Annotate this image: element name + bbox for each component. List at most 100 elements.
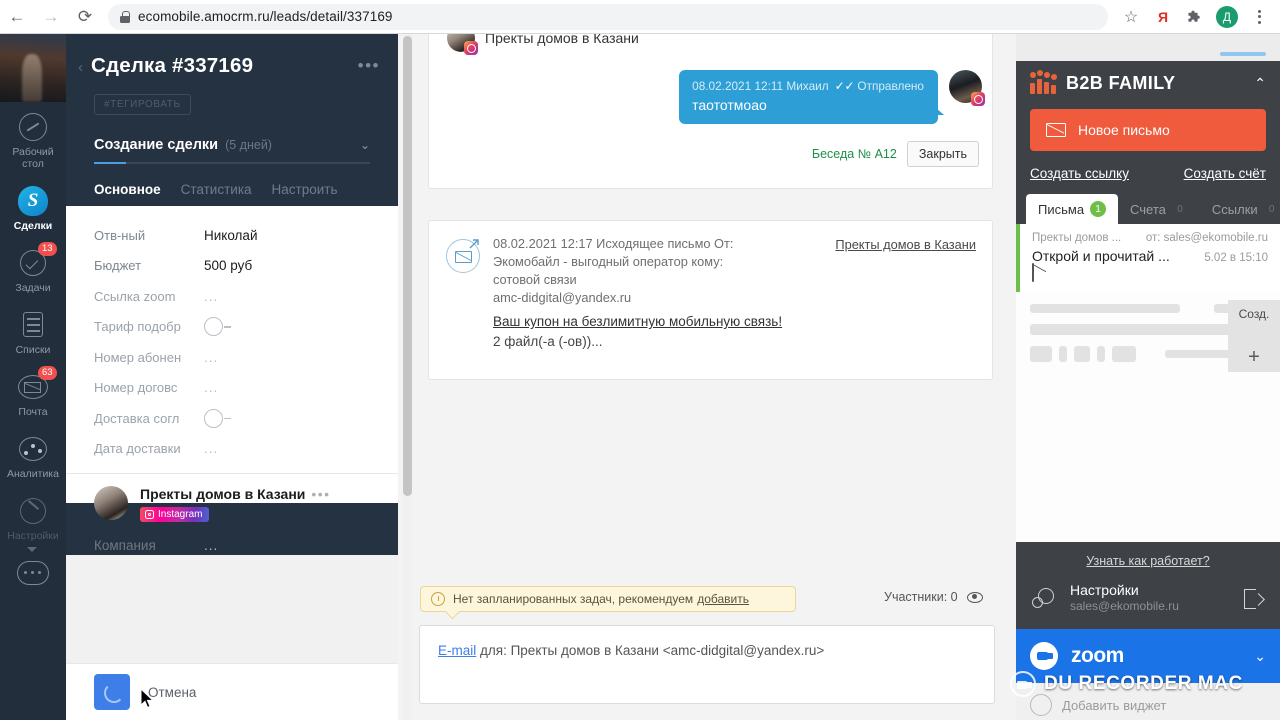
tab-letters[interactable]: Письма 1 xyxy=(1026,194,1119,224)
chevron-up-icon[interactable]: ⌃ xyxy=(1254,75,1266,92)
mail-card-content: 08.02.2021 12:17 Исходящее письмо От: Эк… xyxy=(429,221,992,349)
back-chevron-icon[interactable]: ‹ xyxy=(78,59,83,76)
field-value: ... xyxy=(204,349,219,365)
page-title: Сделка #337169 xyxy=(91,54,254,77)
sidebar-item-settings[interactable]: Настройки xyxy=(0,486,66,552)
field-row[interactable]: Тариф подобр xyxy=(66,312,398,343)
chevron-down-icon[interactable]: ⌄ xyxy=(1254,648,1266,665)
zoom-widget[interactable]: zoom ⌄ xyxy=(1016,629,1280,683)
deal-stage-row[interactable]: Создание сделки (5 дней) ⌄ xyxy=(94,137,370,153)
panel-spacer xyxy=(1016,460,1280,542)
tab-links[interactable]: Ссылки 0 xyxy=(1200,194,1280,224)
mail-item-time: 5.02 в 15:10 xyxy=(1204,252,1268,264)
toolbar-icons: ☆ Я Д xyxy=(1116,2,1280,32)
create-button-column[interactable]: Созд. + xyxy=(1228,300,1280,372)
field-row[interactable]: Отв-ный Николай xyxy=(66,220,398,251)
yandex-extension-icon[interactable]: Я xyxy=(1148,2,1178,32)
company-value: ... xyxy=(204,538,219,553)
company-row[interactable]: Компания ... xyxy=(66,524,398,553)
tab-osnovnoe[interactable]: Основное xyxy=(94,182,161,206)
tab-invoices[interactable]: Счета 0 xyxy=(1118,194,1200,224)
loading-spinner-icon[interactable] xyxy=(94,674,130,710)
create-invoice-button[interactable]: Создать счёт xyxy=(1184,166,1266,181)
instagram-icon xyxy=(971,92,985,106)
eye-icon[interactable] xyxy=(966,591,983,603)
forward-button[interactable]: → xyxy=(34,0,68,34)
contact-more-dots-icon[interactable]: ••• xyxy=(311,486,330,502)
lock-icon xyxy=(120,10,130,23)
chat-contact-name: Пректы домов в Казани xyxy=(485,34,639,46)
deal-fields: Отв-ный Николай Бюджет 500 руб Ссылка zo… xyxy=(66,206,398,553)
mail-contact-link[interactable]: Пректы домов в Казани xyxy=(835,237,976,349)
sidebar-item-chat[interactable] xyxy=(0,548,66,598)
field-toggle[interactable] xyxy=(204,317,231,337)
unread-envelope-icon[interactable] xyxy=(1032,263,1034,282)
contact-card[interactable]: Пректы домов в Казани ••• Instagram xyxy=(66,474,398,524)
field-row[interactable]: Дата доставки ... xyxy=(66,434,398,465)
back-button[interactable]: ← xyxy=(0,0,34,34)
chat-message-meta: 08.02.2021 12:11 Михаил ✓✓ Отправлено xyxy=(692,79,924,93)
settings-row[interactable]: Настройки sales@ekomobile.ru xyxy=(1016,578,1280,629)
settings-title: Настройки xyxy=(1070,582,1139,598)
kebab-menu-icon[interactable] xyxy=(1244,2,1274,32)
analytics-icon xyxy=(17,433,49,465)
howto-section: Узнать как работает? xyxy=(1016,542,1280,578)
field-row[interactable]: Номер договс ... xyxy=(66,373,398,404)
sidebar-item-lists[interactable]: Списки xyxy=(0,300,66,362)
logout-icon[interactable] xyxy=(1244,588,1264,609)
sidebar-item-tasks[interactable]: 13 Задачи xyxy=(0,238,66,300)
b2b-widget-header: B2B FAMILY ⌃ xyxy=(1029,70,1266,94)
profile-avatar[interactable]: Д xyxy=(1212,2,1242,32)
sidebar-item-mail[interactable]: 63 Почта xyxy=(0,362,66,424)
chat-card-header: Пректы домов в Казани xyxy=(429,34,992,55)
status-badge: Instagram xyxy=(140,507,210,522)
create-link-button[interactable]: Создать ссылку xyxy=(1030,166,1129,181)
tab-statistika[interactable]: Статистика xyxy=(181,182,252,206)
add-task-link[interactable]: добавить xyxy=(697,592,749,606)
chat-card-footer: Беседа № А12 Закрыть xyxy=(429,124,992,167)
add-widget-row[interactable]: Добавить виджет xyxy=(1016,683,1280,720)
howto-link[interactable]: Узнать как работает? xyxy=(1086,554,1209,568)
field-label: Ссылка zoom xyxy=(94,288,176,304)
field-label: Доставка согл xyxy=(94,410,180,426)
field-row[interactable]: Бюджет 500 руб xyxy=(66,251,398,282)
bookmark-star-icon[interactable]: ☆ xyxy=(1116,2,1146,32)
field-toggle[interactable] xyxy=(204,408,231,428)
tab-invoices-label: Счета xyxy=(1130,201,1166,217)
chevron-down-icon[interactable]: ⌄ xyxy=(360,138,370,152)
field-row[interactable]: Доставка согл xyxy=(66,403,398,434)
sidebar-item-analytics[interactable]: Аналитика xyxy=(0,424,66,486)
more-dots-icon[interactable]: ••• xyxy=(358,56,380,76)
close-conversation-button[interactable]: Закрыть xyxy=(906,141,979,167)
plus-icon[interactable]: + xyxy=(1248,347,1260,367)
tab-links-count: 0 xyxy=(1268,203,1275,215)
chat-bubble-outgoing[interactable]: 08.02.2021 12:11 Михаил ✓✓ Отправлено таот… xyxy=(679,70,944,124)
sidebar-item-deals[interactable]: Сделки xyxy=(0,176,66,238)
field-row[interactable]: Ссылка zoom ... xyxy=(66,281,398,312)
tab-links-label: Ссылки xyxy=(1211,201,1258,217)
message-composer[interactable]: E-mail для: Пректы домов в Казани <amc-d… xyxy=(419,625,995,704)
zoom-label: zoom xyxy=(1071,644,1124,667)
tag-button[interactable]: #ТЕГИРОВАТЬ xyxy=(94,94,191,115)
mail-subject-link[interactable]: Ваш купон на безлимитную мобильную связь… xyxy=(493,314,782,329)
mail-line-4: amc-didgital@yandex.ru xyxy=(493,290,632,305)
left-nav-rail: Рабочий стол Сделки 13 Задачи Списки 63 … xyxy=(0,34,66,720)
conversation-link[interactable]: Беседа № А12 xyxy=(812,147,897,161)
source-label: Instagram xyxy=(158,509,203,520)
chat-bubble-icon xyxy=(17,557,49,589)
list-item[interactable]: Пректы домов ... от: sales@ekomobile.ru … xyxy=(1016,224,1280,292)
new-mail-button[interactable]: Новое письмо xyxy=(1030,109,1266,151)
address-bar[interactable]: ecomobile.amocrm.ru/leads/detail/337169 xyxy=(108,3,1108,30)
deal-tabs: Основное Статистика Настроить xyxy=(94,182,398,206)
field-label: Номер договс xyxy=(94,380,178,396)
reload-button[interactable]: ⟳ xyxy=(68,0,102,34)
cancel-button[interactable]: Отмена xyxy=(148,685,196,700)
composer-channel-label[interactable]: E-mail xyxy=(438,643,476,658)
tab-nastroit[interactable]: Настроить xyxy=(272,182,338,206)
extensions-puzzle-icon[interactable] xyxy=(1180,2,1210,32)
settings-wrench-icon xyxy=(17,495,49,527)
feed-scrollbar-thumb[interactable] xyxy=(403,36,412,496)
sidebar-item-dashboard[interactable]: Рабочий стол xyxy=(0,102,66,176)
field-row[interactable]: Номер абонен ... xyxy=(66,342,398,373)
settings-account: sales@ekomobile.ru xyxy=(1070,599,1179,613)
